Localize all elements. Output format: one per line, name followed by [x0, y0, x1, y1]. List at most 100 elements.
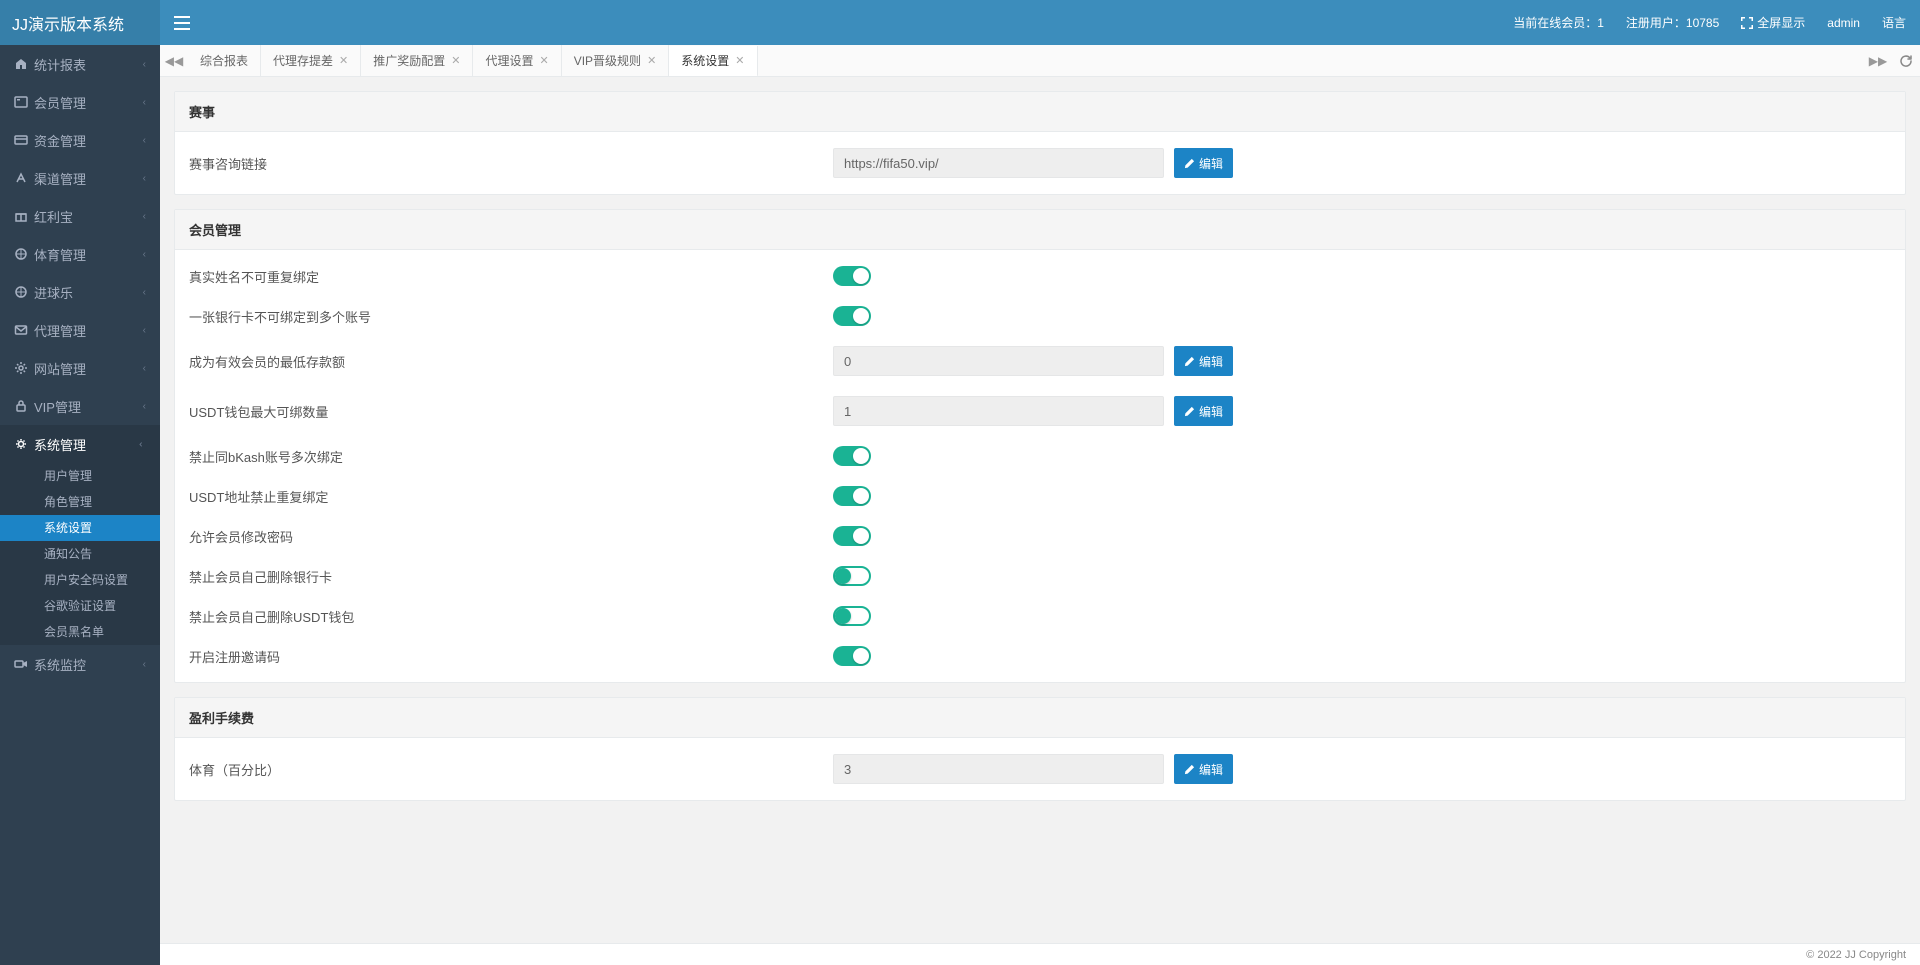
- tab-label: VIP晋级规则: [574, 52, 641, 69]
- toggle-switch[interactable]: [833, 606, 871, 626]
- form-label: 开启注册邀请码: [189, 647, 833, 666]
- toggle-switch[interactable]: [833, 646, 871, 666]
- form-row: USDT地址禁止重复绑定: [189, 476, 1891, 516]
- form-row: 真实姓名不可重复绑定: [189, 256, 1891, 296]
- sidebar-item-11[interactable]: 系统监控‹: [0, 645, 160, 683]
- ball-icon: [14, 247, 28, 261]
- sidebar-item-2[interactable]: 资金管理‹: [0, 121, 160, 159]
- form-control: [833, 446, 1233, 466]
- hamburger-icon[interactable]: [174, 16, 190, 30]
- sidebar-item-9[interactable]: VIP管理‹: [0, 387, 160, 425]
- sidebar-item-label: 统计报表: [34, 55, 86, 74]
- tab-3[interactable]: 代理设置✕: [473, 45, 561, 76]
- close-icon[interactable]: ✕: [339, 54, 348, 67]
- form-row: 开启注册邀请码: [189, 636, 1891, 676]
- form-label: USDT钱包最大可绑数量: [189, 402, 833, 421]
- tab-refresh-icon[interactable]: [1892, 45, 1920, 76]
- form-row: 禁止会员自己删除银行卡: [189, 556, 1891, 596]
- form-label: USDT地址禁止重复绑定: [189, 487, 833, 506]
- tab-5[interactable]: 系统设置 ✕: [669, 46, 757, 76]
- form-label: 真实姓名不可重复绑定: [189, 267, 833, 286]
- cogs-icon: [14, 361, 28, 375]
- edit-button[interactable]: 编辑: [1174, 396, 1233, 426]
- main-area: 当前在线会员：1 注册用户：10785 全屏显示 admin 语言 ◀◀ 综合报…: [160, 0, 1920, 965]
- edit-button-label: 编辑: [1199, 403, 1223, 420]
- panel: 赛事赛事咨询链接https://fifa50.vip/编辑: [174, 91, 1906, 195]
- close-icon[interactable]: ✕: [451, 54, 460, 67]
- submenu-item-2[interactable]: 系统设置: [0, 515, 160, 541]
- sidebar-item-label: VIP管理: [34, 397, 81, 416]
- registered-users: 注册用户：10785: [1626, 14, 1719, 31]
- toggle-switch[interactable]: [833, 566, 871, 586]
- tab-0[interactable]: 综合报表: [188, 45, 261, 76]
- content: 赛事赛事咨询链接https://fifa50.vip/编辑会员管理真实姓名不可重…: [160, 77, 1920, 943]
- close-icon[interactable]: ✕: [735, 54, 744, 67]
- tab-label: 综合报表: [200, 52, 248, 69]
- tab-4[interactable]: VIP晋级规则 ✕: [562, 45, 670, 76]
- chevron-left-icon: ‹: [143, 97, 146, 108]
- submenu-item-6[interactable]: 会员黑名单: [0, 619, 160, 645]
- toggle-switch[interactable]: [833, 446, 871, 466]
- sidebar-item-4[interactable]: 红利宝‹: [0, 197, 160, 235]
- chevron-left-icon: ‹: [143, 287, 146, 298]
- toggle-switch[interactable]: [833, 306, 871, 326]
- toggle-switch[interactable]: [833, 486, 871, 506]
- language-menu[interactable]: 语言: [1882, 14, 1906, 31]
- submenu-item-5[interactable]: 谷歌验证设置: [0, 593, 160, 619]
- edit-button[interactable]: 编辑: [1174, 346, 1233, 376]
- panel-body: 体育（百分比）3编辑: [175, 738, 1905, 800]
- tab-2[interactable]: 推广奖励配置✕: [361, 45, 473, 76]
- tab-scroll-left-icon[interactable]: ◀◀: [160, 45, 188, 76]
- toggle-switch[interactable]: [833, 266, 871, 286]
- form-control: [833, 306, 1233, 326]
- sidebar-item-5[interactable]: 体育管理‹: [0, 235, 160, 273]
- panel-body: 赛事咨询链接https://fifa50.vip/编辑: [175, 132, 1905, 194]
- edit-button-label: 编辑: [1199, 353, 1223, 370]
- edit-button[interactable]: 编辑: [1174, 148, 1233, 178]
- fullscreen-label: 全屏显示: [1757, 14, 1805, 31]
- form-label: 禁止同bKash账号多次绑定: [189, 447, 833, 466]
- submenu-item-4[interactable]: 用户安全码设置: [0, 567, 160, 593]
- sidebar-item-7[interactable]: 代理管理‹: [0, 311, 160, 349]
- users-icon: [14, 95, 28, 109]
- toggle-switch[interactable]: [833, 526, 871, 546]
- sidebar-item-label: 体育管理: [34, 245, 86, 264]
- form-control: 0编辑: [833, 346, 1233, 376]
- sidebar-item-label: 系统管理: [34, 435, 86, 454]
- money-icon: [14, 133, 28, 147]
- form-label: 一张银行卡不可绑定到多个账号: [189, 307, 833, 326]
- submenu-item-0[interactable]: 用户管理: [0, 463, 160, 489]
- close-icon[interactable]: ✕: [647, 54, 656, 67]
- chevron-left-icon: ‹: [143, 173, 146, 184]
- sidebar-item-10[interactable]: 系统管理⌄: [0, 425, 160, 463]
- tab-bar: ◀◀ 综合报表代理存提差✕推广奖励配置✕代理设置✕VIP晋级规则✕系统设置✕ ▶…: [160, 45, 1920, 77]
- tab-scroll-right-icon[interactable]: ▶▶: [1864, 45, 1892, 76]
- sidebar-item-3[interactable]: 渠道管理‹: [0, 159, 160, 197]
- readonly-input: 1: [833, 396, 1164, 426]
- submenu-item-1[interactable]: 角色管理: [0, 489, 160, 515]
- sidebar-item-8[interactable]: 网站管理‹: [0, 349, 160, 387]
- panel-body: 真实姓名不可重复绑定一张银行卡不可绑定到多个账号成为有效会员的最低存款额0编辑U…: [175, 250, 1905, 682]
- tab-label: 系统设置: [681, 52, 729, 69]
- form-row: 体育（百分比）3编辑: [189, 744, 1891, 794]
- form-label: 禁止会员自己删除银行卡: [189, 567, 833, 586]
- fullscreen-button[interactable]: 全屏显示: [1741, 14, 1805, 31]
- submenu-item-3[interactable]: 通知公告: [0, 541, 160, 567]
- tab-1[interactable]: 代理存提差 ✕: [261, 45, 361, 76]
- chevron-left-icon: ‹: [143, 135, 146, 146]
- edit-button-label: 编辑: [1199, 761, 1223, 778]
- user-menu[interactable]: admin: [1827, 16, 1860, 30]
- tab-label: 代理存提差: [273, 52, 333, 69]
- sidebar-item-6[interactable]: 进球乐 ‹: [0, 273, 160, 311]
- sidebar-item-label: 进球乐: [34, 283, 73, 302]
- form-control: https://fifa50.vip/编辑: [833, 148, 1233, 178]
- panel-header: 盈利手续费: [175, 698, 1905, 738]
- sidebar-item-0[interactable]: 统计报表‹: [0, 45, 160, 83]
- sidebar-item-1[interactable]: 会员管理‹: [0, 83, 160, 121]
- form-label: 允许会员修改密码: [189, 527, 833, 546]
- mail-icon: [14, 323, 28, 337]
- edit-button[interactable]: 编辑: [1174, 754, 1233, 784]
- close-icon[interactable]: ✕: [540, 54, 549, 67]
- form-control: [833, 526, 1233, 546]
- form-row: 禁止会员自己删除USDT钱包: [189, 596, 1891, 636]
